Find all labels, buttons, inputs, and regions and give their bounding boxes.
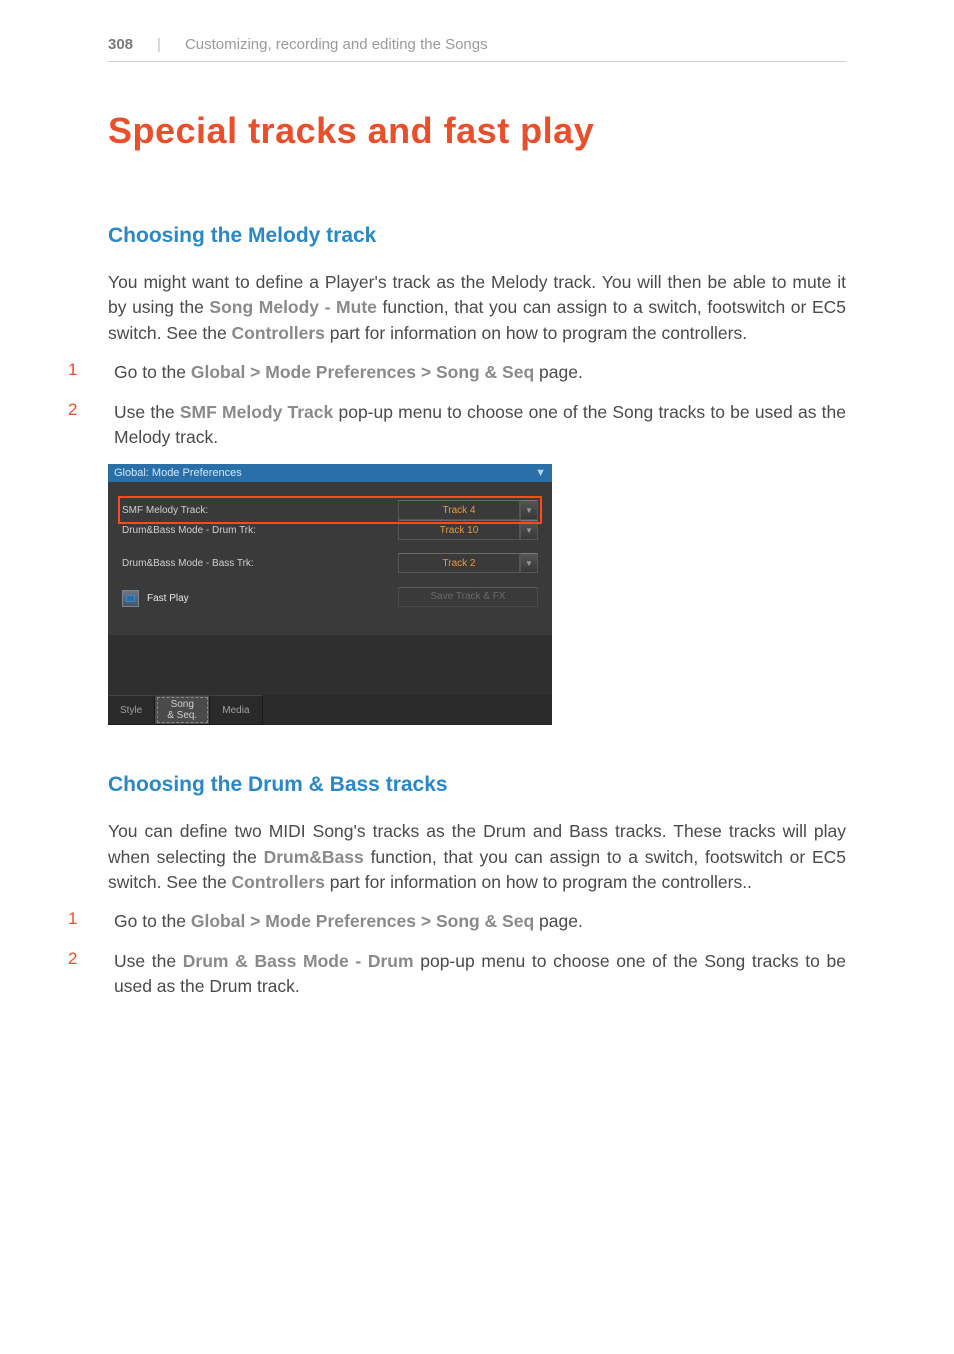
bass-trk-label: Drum&Bass Mode - Bass Trk: — [122, 558, 254, 569]
smf-melody-track-dropdown[interactable]: Track 4 ▼ — [398, 500, 538, 520]
text: Go to the — [114, 911, 191, 931]
bass-trk-row: Drum&Bass Mode - Bass Trk: Track 2 ▼ — [122, 553, 538, 573]
screenshot-global-prefs: Global: Mode Preferences ▼ SMF Melody Tr… — [108, 464, 552, 725]
ui-ref-song-melody-mute: Song Melody - Mute — [209, 297, 376, 317]
fast-play-checkbox[interactable] — [122, 590, 139, 607]
text: part for information on how to program t… — [325, 872, 752, 892]
screenshot-titlebar: Global: Mode Preferences ▼ — [108, 464, 552, 482]
header-divider: | — [157, 36, 161, 53]
step-1-drumbass: 1 Go to the Global > Mode Preferences > … — [108, 909, 846, 934]
fast-play-label: Fast Play — [147, 593, 189, 604]
text: page. — [534, 911, 583, 931]
save-track-fx-button[interactable]: Save Track & FX — [398, 587, 538, 607]
section-heading-drumbass: Choosing the Drum & Bass tracks — [108, 773, 846, 797]
ui-ref-drum-bass: Drum&Bass — [264, 847, 364, 867]
fast-play-row: Fast Play Save Track & FX — [122, 586, 538, 607]
step-text: Go to the Global > Mode Preferences > So… — [114, 909, 846, 934]
main-title: Special tracks and fast play — [108, 110, 846, 152]
chevron-down-icon: ▼ — [520, 553, 538, 573]
page-content: 308 | Customizing, recording and editing … — [0, 0, 954, 1000]
tab-song-seq[interactable]: Song& Seq. — [155, 695, 210, 725]
step-text: Use the SMF Melody Track pop-up menu to … — [114, 400, 846, 451]
page-number: 308 — [108, 36, 133, 53]
tab-media[interactable]: Media — [210, 695, 262, 725]
chevron-down-icon: ▼ — [520, 500, 538, 520]
text: Use the — [114, 402, 180, 422]
step-number: 1 — [68, 909, 84, 934]
chapter-title: Customizing, recording and editing the S… — [185, 36, 488, 53]
step-number: 2 — [68, 949, 84, 1000]
screenshot-container: Global: Mode Preferences ▼ SMF Melody Tr… — [108, 464, 846, 725]
menu-dropdown-icon[interactable]: ▼ — [535, 467, 546, 479]
dropdown-value: Track 4 — [398, 500, 520, 520]
step-number: 2 — [68, 400, 84, 451]
drum-trk-row: Drum&Bass Mode - Drum Trk: Track 10 ▼ — [122, 520, 538, 540]
melody-paragraph: You might want to define a Player's trac… — [108, 270, 846, 346]
bass-trk-dropdown[interactable]: Track 2 ▼ — [398, 553, 538, 573]
step-2-melody: 2 Use the SMF Melody Track pop-up menu t… — [108, 400, 846, 451]
tab-style[interactable]: Style — [108, 695, 155, 725]
ui-ref-controllers: Controllers — [232, 872, 325, 892]
screenshot-body: SMF Melody Track: Track 4 ▼ Drum&Bass Mo… — [108, 482, 552, 635]
step-number: 1 — [68, 360, 84, 385]
tabs-row: Style Song& Seq. Media — [108, 695, 552, 725]
step-2-drumbass: 2 Use the Drum & Bass Mode - Drum pop-up… — [108, 949, 846, 1000]
text: Use the — [114, 951, 183, 971]
step-text: Use the Drum & Bass Mode - Drum pop-up m… — [114, 949, 846, 1000]
step-text: Go to the Global > Mode Preferences > So… — [114, 360, 846, 385]
smf-melody-track-label: SMF Melody Track: — [122, 505, 208, 516]
ui-ref-global-prefs: Global > Mode Preferences > Song & Seq — [191, 911, 534, 931]
screenshot-title: Global: Mode Preferences — [114, 467, 242, 479]
drum-trk-dropdown[interactable]: Track 10 ▼ — [398, 520, 538, 540]
fast-play-group: Fast Play — [122, 590, 189, 607]
smf-melody-track-row: SMF Melody Track: Track 4 ▼ — [120, 498, 540, 522]
page-header: 308 | Customizing, recording and editing … — [108, 36, 846, 62]
ui-ref-drum-bass-mode-drum: Drum & Bass Mode - Drum — [183, 951, 414, 971]
section-heading-melody: Choosing the Melody track — [108, 224, 846, 248]
dropdown-value: Track 2 — [398, 553, 520, 573]
text: part for information on how to program t… — [325, 323, 747, 343]
chevron-down-icon: ▼ — [520, 520, 538, 540]
drumbass-paragraph: You can define two MIDI Song's tracks as… — [108, 819, 846, 895]
step-1-melody: 1 Go to the Global > Mode Preferences > … — [108, 360, 846, 385]
dropdown-value: Track 10 — [398, 520, 520, 540]
ui-ref-smf-melody-track: SMF Melody Track — [180, 402, 333, 422]
text: page. — [534, 362, 583, 382]
ui-ref-controllers: Controllers — [232, 323, 325, 343]
drum-trk-label: Drum&Bass Mode - Drum Trk: — [122, 525, 256, 536]
ui-ref-global-prefs: Global > Mode Preferences > Song & Seq — [191, 362, 534, 382]
checkbox-checked-indicator — [126, 595, 135, 602]
text: Go to the — [114, 362, 191, 382]
